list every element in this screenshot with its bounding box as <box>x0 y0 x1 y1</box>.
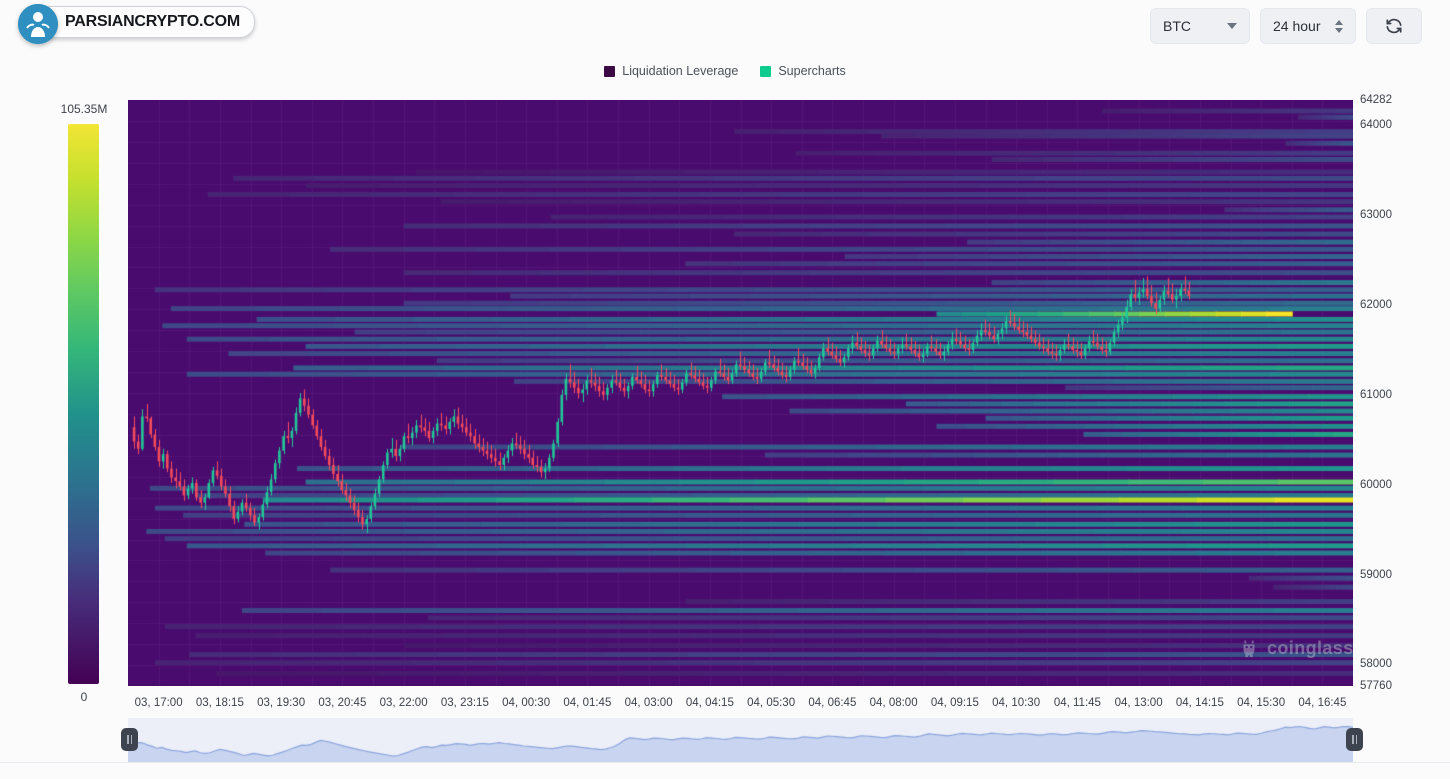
x-axis-tick-label: 04, 00:30 <box>502 697 551 709</box>
x-axis-tick-label: 04, 08:00 <box>869 697 918 709</box>
range-handle-right[interactable] <box>1346 728 1363 751</box>
colorbar-max-label: 105.35M <box>60 102 108 116</box>
y-axis-tick-label: 64000 <box>1360 119 1392 132</box>
header-controls: BTC 24 hour <box>1150 8 1422 44</box>
page-title: Liquidation Heatmap <box>28 13 218 34</box>
timeframe-stepper[interactable]: 24 hour <box>1260 8 1356 44</box>
heatmap-canvas[interactable] <box>128 100 1353 686</box>
x-axis-tick-label: 03, 19:30 <box>257 697 306 709</box>
refresh-button[interactable] <box>1366 8 1422 44</box>
x-axis-tick-label: 04, 16:45 <box>1298 697 1347 709</box>
x-axis-tick-label: 03, 18:15 <box>195 697 244 709</box>
x-axis-tick-label: 04, 06:45 <box>808 697 857 709</box>
range-handle-left[interactable] <box>121 728 138 751</box>
y-axis-tick-label: 60000 <box>1360 478 1392 491</box>
x-axis-tick-label: 03, 17:00 <box>134 697 183 709</box>
range-selector[interactable] <box>0 718 1450 766</box>
range-preview-chart[interactable] <box>128 718 1353 762</box>
x-axis-tick-label: 04, 15:30 <box>1237 697 1286 709</box>
x-axis: 03, 17:00 03, 18:15 03, 19:30 03, 20:45 03, … <box>128 697 1353 713</box>
symbol-select-value: BTC <box>1163 18 1191 34</box>
colorbar-gradient <box>68 124 99 684</box>
timeframe-value: 24 hour <box>1273 18 1321 34</box>
x-axis-tick-label: 04, 11:45 <box>1053 697 1101 709</box>
y-axis-tick-label: 57760 <box>1360 680 1392 692</box>
legend-label: Liquidation Leverage <box>622 64 739 78</box>
range-baseline <box>0 762 1450 763</box>
x-axis-tick-label: 04, 04:15 <box>685 697 734 709</box>
legend-swatch <box>760 65 772 77</box>
x-axis-tick-label: 03, 20:45 <box>318 697 367 709</box>
y-axis-tick-label: 58000 <box>1360 658 1392 671</box>
x-axis-tick-label: 04, 14:15 <box>1175 697 1224 709</box>
header-bar: Liquidation Heatmap BTC 24 hour <box>0 0 1450 52</box>
chevron-updown-icon <box>1335 19 1343 33</box>
chart-legend: Liquidation Leverage Supercharts <box>0 64 1450 78</box>
x-axis-tick-label: 04, 01:45 <box>563 697 612 709</box>
x-axis-tick-label: 04, 13:00 <box>1114 697 1163 709</box>
legend-item-liquidation-leverage[interactable]: Liquidation Leverage <box>604 64 738 78</box>
x-axis-tick-label: 04, 10:30 <box>992 697 1041 709</box>
liquidation-heatmap-page: Liquidation Heatmap BTC 24 hour Liquidat… <box>0 0 1450 779</box>
symbol-select[interactable]: BTC <box>1150 8 1250 44</box>
chevron-down-icon <box>1227 23 1237 29</box>
x-axis-tick-label: 04, 05:30 <box>747 697 796 709</box>
y-axis: 64282 64000 63000 62000 61000 60000 59000 58000… <box>1360 94 1430 692</box>
y-axis-tick-label: 64282 <box>1360 94 1392 106</box>
x-axis-tick-label: 04, 03:00 <box>624 697 673 709</box>
legend-swatch <box>604 65 616 77</box>
x-axis-tick-label: 03, 23:15 <box>440 697 489 709</box>
x-axis-tick-label: 03, 22:00 <box>379 697 428 709</box>
colorbar-min-label: 0 <box>80 690 88 704</box>
y-axis-tick-label: 62000 <box>1360 299 1392 312</box>
legend-label: Supercharts <box>778 64 846 78</box>
colorbar: 105.35M 0 <box>61 102 108 704</box>
x-axis-tick-label: 04, 09:15 <box>930 697 979 709</box>
legend-item-supercharts[interactable]: Supercharts <box>760 64 846 78</box>
refresh-icon <box>1386 18 1402 34</box>
y-axis-tick-label: 59000 <box>1360 568 1392 581</box>
y-axis-tick-label: 63000 <box>1360 209 1392 222</box>
y-axis-tick-label: 61000 <box>1360 388 1392 401</box>
